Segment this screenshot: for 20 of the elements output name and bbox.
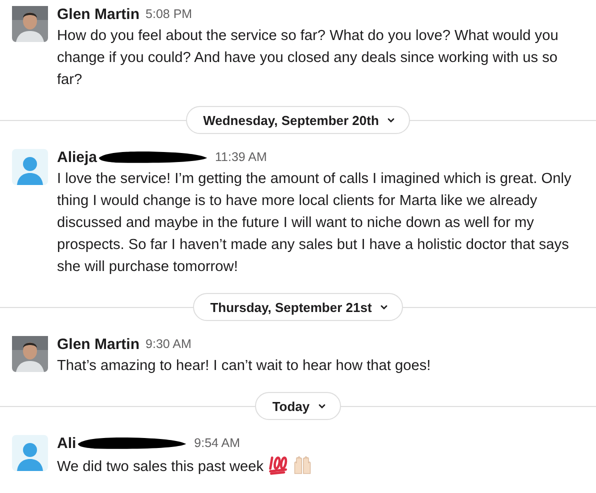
chevron-down-icon [318, 403, 326, 409]
message-text: How do you feel about the service so far? What do you love? What would you change if you could? And have you closed any deals since working with us so far? [57, 28, 558, 88]
message-text: I love the service! I’m getting the amount of calls I imagined which is great. Only thing I would change is to have more local clients for Marta like we already discussed and maybe in the future I will want to niche down as well for my prospects. So far I haven’t made any sales but I have a holistic doctor that says she will purchase tomorrow! [57, 171, 572, 275]
chevron-down-icon [386, 117, 395, 123]
author-name[interactable]: Ali [57, 434, 76, 452]
raised-hands-icon [292, 454, 312, 475]
date-button[interactable]: Today [255, 392, 341, 420]
timestamp[interactable]: 5:08 PM [146, 7, 192, 21]
date-button[interactable]: Wednesday, September 20th [186, 106, 410, 134]
message-text: We did two sales this past week [57, 459, 264, 475]
timestamp[interactable]: 9:54 AM [194, 436, 240, 450]
timestamp[interactable]: 9:30 AM [146, 337, 192, 351]
author-name[interactable]: Glen Martin [57, 6, 140, 22]
timestamp[interactable]: 11:39 AM [215, 150, 267, 164]
hundred-points-icon [268, 454, 288, 475]
date-button[interactable]: Thursday, September 21st [193, 293, 403, 321]
author-name[interactable]: Glen Martin [57, 336, 140, 352]
message-text: That’s amazing to hear! I can’t wait to hear how that goes! [57, 358, 431, 374]
author-name[interactable]: Alieja [57, 148, 98, 166]
chevron-down-icon [380, 304, 388, 310]
